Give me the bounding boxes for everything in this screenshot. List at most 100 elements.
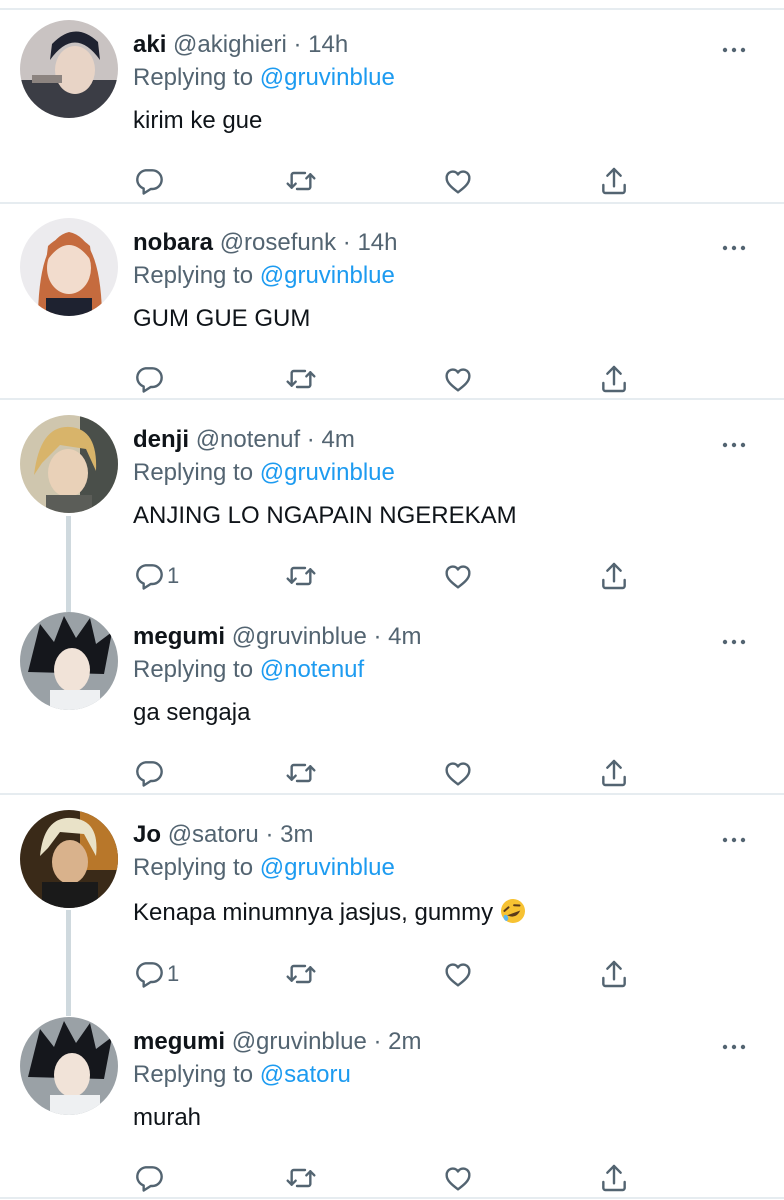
author-handle[interactable]: @akighieri <box>173 31 287 58</box>
timestamp[interactable]: 2m <box>388 1028 421 1055</box>
mention-link[interactable]: @gruvinblue <box>260 262 395 289</box>
more-icon[interactable] <box>722 1043 746 1051</box>
replying-label: Replying to <box>133 64 254 91</box>
more-icon[interactable] <box>722 638 746 646</box>
author-name[interactable]: megumi <box>133 1028 225 1055</box>
retweet-button[interactable] <box>285 161 317 201</box>
retweet-button[interactable] <box>285 1158 317 1198</box>
megumi-avatar[interactable] <box>20 1017 118 1115</box>
reply-header: denji @notenuf · 4m <box>133 425 355 455</box>
bottom-divider <box>0 1197 784 1199</box>
denji-avatar[interactable] <box>20 415 118 513</box>
reply-button[interactable] <box>133 161 167 201</box>
share-button[interactable] <box>598 954 630 994</box>
megumi-avatar[interactable] <box>20 612 118 710</box>
reply-button[interactable]: 1 <box>133 556 179 596</box>
timestamp[interactable]: 3m <box>280 821 313 848</box>
author-name[interactable]: denji <box>133 426 189 453</box>
aki-avatar[interactable] <box>20 20 118 118</box>
reply-button[interactable]: 1 <box>133 954 179 994</box>
replying-label: Replying to <box>133 459 254 486</box>
retweet-icon <box>285 363 317 395</box>
like-button[interactable] <box>442 359 474 399</box>
reply-tweet[interactable]: aki @akighieri · 14h Replying to @gruvin… <box>0 20 784 202</box>
reply-count: 1 <box>167 563 180 588</box>
share-button[interactable] <box>598 161 630 201</box>
retweet-button[interactable] <box>285 954 317 994</box>
retweet-button[interactable] <box>285 359 317 399</box>
like-icon <box>442 757 474 789</box>
more-icon[interactable] <box>722 244 746 252</box>
reply-tweet[interactable]: megumi @gruvinblue · 2m Replying to @sat… <box>0 1017 784 1197</box>
author-name[interactable]: nobara <box>133 229 213 256</box>
author-name[interactable]: Jo <box>133 821 161 848</box>
action-bar <box>133 1158 653 1198</box>
separator: · <box>265 821 274 848</box>
reply-header: Jo @satoru · 3m <box>133 820 313 850</box>
author-handle[interactable]: @notenuf <box>196 426 300 453</box>
author-handle[interactable]: @satoru <box>168 821 259 848</box>
reply-button[interactable] <box>133 1158 167 1198</box>
author-handle[interactable]: @gruvinblue <box>232 623 367 650</box>
author-name[interactable]: aki <box>133 31 166 58</box>
nobara-avatar[interactable] <box>20 218 118 316</box>
reply-icon <box>133 757 165 789</box>
mention-link[interactable]: @gruvinblue <box>260 459 395 486</box>
mention-link[interactable]: @satoru <box>260 1061 351 1088</box>
replying-to: Replying to @gruvinblue <box>133 458 395 488</box>
share-icon <box>598 363 630 395</box>
reply-tweet[interactable]: Jo @satoru · 3m Replying to @gruvinblue … <box>0 810 784 1000</box>
timestamp[interactable]: 14h <box>357 229 397 256</box>
like-button[interactable] <box>442 556 474 596</box>
retweet-button[interactable] <box>285 753 317 793</box>
reply-icon <box>133 958 165 990</box>
reply-tweet[interactable]: nobara @rosefunk · 14h Replying to @gruv… <box>0 218 784 398</box>
reply-button[interactable] <box>133 359 167 399</box>
share-icon <box>598 958 630 990</box>
reply-body: Kenapa minumnya jasjus, gummy <box>133 898 526 928</box>
share-button[interactable] <box>598 359 630 399</box>
replying-to: Replying to @gruvinblue <box>133 261 395 291</box>
like-icon <box>442 165 474 197</box>
mention-link[interactable]: @gruvinblue <box>260 64 395 91</box>
reply-button[interactable] <box>133 753 167 793</box>
reply-header: nobara @rosefunk · 14h <box>133 228 398 258</box>
like-icon <box>442 363 474 395</box>
more-icon[interactable] <box>722 441 746 449</box>
action-bar <box>133 359 653 399</box>
author-handle[interactable]: @gruvinblue <box>232 1028 367 1055</box>
like-icon <box>442 560 474 592</box>
jo-avatar[interactable] <box>20 810 118 908</box>
author-handle[interactable]: @rosefunk <box>220 229 336 256</box>
retweet-icon <box>285 560 317 592</box>
share-button[interactable] <box>598 753 630 793</box>
replying-label: Replying to <box>133 854 254 881</box>
share-button[interactable] <box>598 556 630 596</box>
reply-tweet[interactable]: megumi @gruvinblue · 4m Replying to @not… <box>0 612 784 792</box>
reply-icon <box>133 165 165 197</box>
like-button[interactable] <box>442 161 474 201</box>
timestamp[interactable]: 4m <box>388 623 421 650</box>
retweet-button[interactable] <box>285 556 317 596</box>
author-name[interactable]: megumi <box>133 623 225 650</box>
share-button[interactable] <box>598 1158 630 1198</box>
more-icon[interactable] <box>722 836 746 844</box>
separator: · <box>373 623 382 650</box>
reply-text: Kenapa minumnya jasjus, gummy <box>133 899 494 926</box>
timestamp[interactable]: 4m <box>321 426 354 453</box>
reply-text: GUM GUE GUM <box>133 305 311 332</box>
replying-label: Replying to <box>133 656 254 683</box>
timestamp[interactable]: 14h <box>308 31 348 58</box>
more-icon[interactable] <box>722 46 746 54</box>
mention-link[interactable]: @notenuf <box>260 656 364 683</box>
like-button[interactable] <box>442 954 474 994</box>
mention-link[interactable]: @gruvinblue <box>260 854 395 881</box>
reply-tweet[interactable]: denji @notenuf · 4m Replying to @gruvinb… <box>0 415 784 595</box>
like-button[interactable] <box>442 1158 474 1198</box>
reply-count: 1 <box>167 961 180 986</box>
like-button[interactable] <box>442 753 474 793</box>
tweet-divider <box>0 202 784 204</box>
action-bar: 1 <box>133 954 653 994</box>
replying-label: Replying to <box>133 1061 254 1088</box>
reply-header: megumi @gruvinblue · 4m <box>133 622 421 652</box>
